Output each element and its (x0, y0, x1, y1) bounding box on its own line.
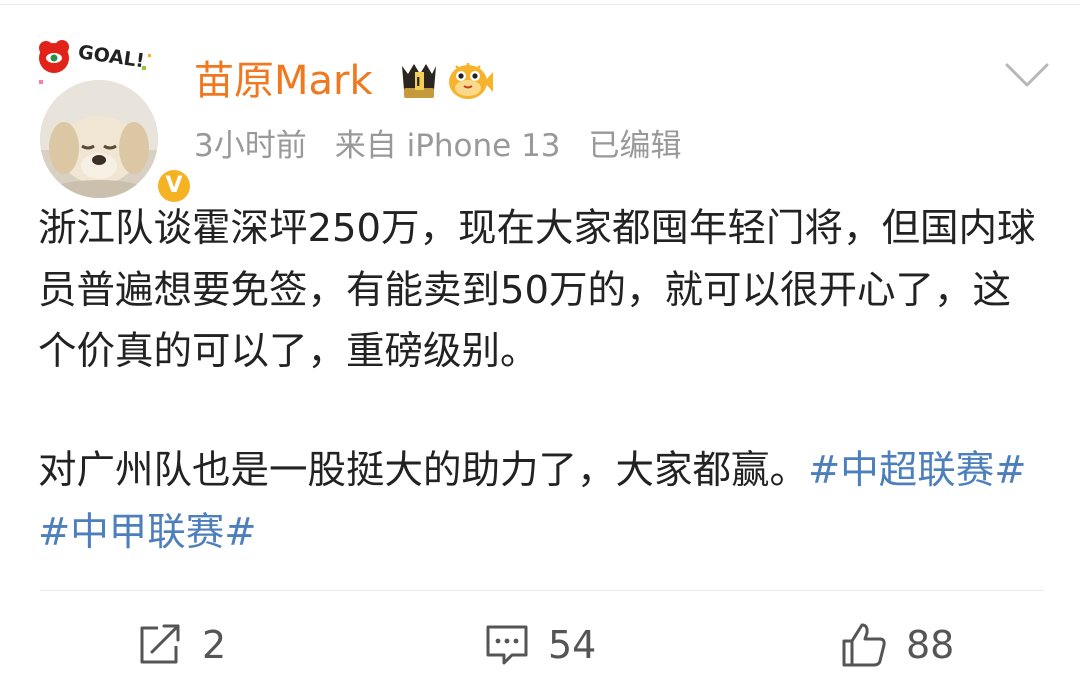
avatar-container[interactable]: GOAL! V (36, 36, 194, 206)
avatar-dog-image (40, 80, 158, 198)
avatar[interactable] (40, 80, 158, 198)
repost-count: 2 (202, 623, 227, 667)
fish-icon (446, 58, 494, 104)
post-text-paragraph-1: 浙江队谈霍深坪250万，现在大家都囤年轻门将，但国内球员普遍想要免签，有能卖到5… (38, 206, 1036, 374)
post-meta: 3小时前 来自 iPhone 13 已编辑 (194, 124, 682, 168)
hashtag-link[interactable]: #中甲联赛# (38, 510, 257, 555)
comment-icon (486, 625, 528, 665)
footer-divider (40, 590, 1044, 591)
post-text-paragraph-2: 对广州队也是一股挺大的助力了，大家都赢。#中超联赛# #中甲联赛# (38, 440, 1040, 564)
repost-icon (140, 624, 180, 664)
paragraph-2-text: 对广州队也是一股挺大的助力了，大家都赢。 (38, 448, 809, 493)
divider (0, 4, 1080, 5)
weibo-post-card: GOAL! V 苗原Mark I 3小时前 来自 iPhone 13 已编辑 浙… (0, 0, 1080, 697)
post-time: 3小时前 (194, 128, 307, 164)
comment-count: 54 (548, 623, 597, 667)
comment-button[interactable]: 54 (484, 618, 596, 672)
post-source[interactable]: 来自 iPhone 13 (335, 128, 561, 164)
svg-text:I: I (416, 75, 420, 89)
edited-label[interactable]: 已编辑 (589, 128, 682, 164)
chevron-down-icon[interactable] (1004, 62, 1050, 90)
repost-button[interactable]: 2 (136, 618, 226, 672)
like-icon (842, 623, 886, 667)
medal-icon[interactable]: I (398, 60, 440, 102)
like-count: 88 (906, 623, 955, 667)
author-name[interactable]: 苗原Mark (194, 54, 373, 108)
hashtag-link[interactable]: #中超联赛# (808, 448, 1027, 493)
goal-badge-text: GOAL! (77, 41, 146, 72)
like-button[interactable]: 88 (840, 618, 954, 672)
goal-badge-icon: GOAL! (36, 36, 164, 90)
